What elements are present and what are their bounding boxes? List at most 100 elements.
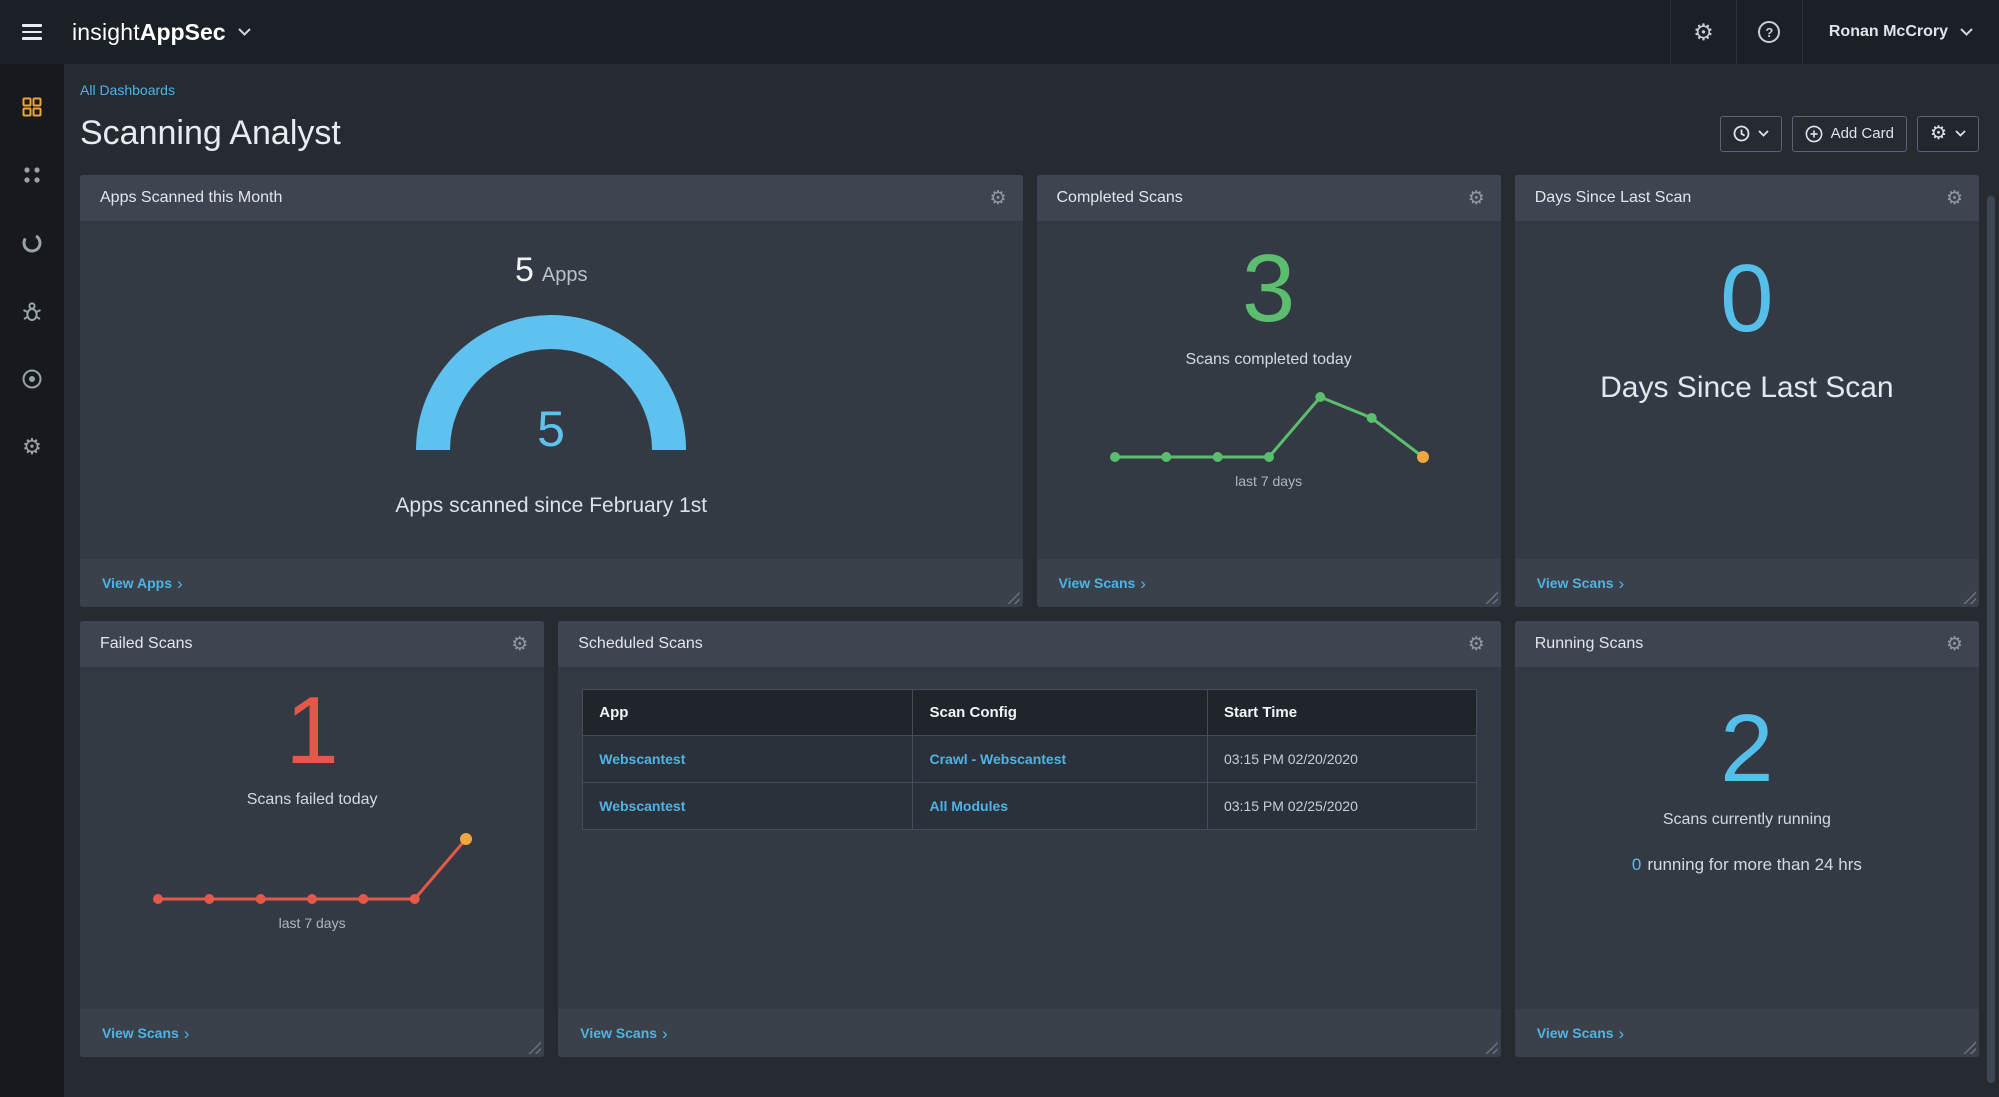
view-apps-link[interactable]: View Apps › xyxy=(102,575,183,592)
dashboard-grid: Apps Scanned this Month ⚙ 5 Apps 5 Apps … xyxy=(80,175,1979,1057)
card-footer: View Scans › xyxy=(558,1009,1501,1057)
clock-icon xyxy=(1733,125,1749,142)
link-label: View Scans xyxy=(580,1025,658,1041)
apps-icon xyxy=(24,167,40,183)
card-footer: View Scans › xyxy=(1514,1009,1979,1057)
card-title: Apps Scanned this Month xyxy=(100,189,283,206)
product-brand[interactable]: insightAppSec xyxy=(64,0,251,64)
card-header: Days Since Last Scan ⚙ xyxy=(1514,175,1979,221)
card-body: 0 Days Since Last Scan xyxy=(1515,221,1979,559)
scheduled-scans-table: App Scan Config Start Time Webscantest Crawl… xyxy=(582,689,1477,830)
chevron-right-icon: › xyxy=(662,1023,668,1043)
card-body: 1 Scans failed today last 7 days xyxy=(80,667,544,1009)
card-failed-scans: Failed Scans ⚙ 1 Scans failed today last… xyxy=(80,621,545,1057)
add-card-button[interactable]: Add Card xyxy=(1791,115,1907,152)
sidebar-item-reports[interactable] xyxy=(13,224,51,262)
scrollbar-thumb[interactable] xyxy=(1987,196,1995,1083)
table-cell-link[interactable]: All Modules xyxy=(913,783,1208,829)
gear-icon: ⚙ xyxy=(1693,18,1714,45)
sidebar-item-apps[interactable] xyxy=(13,156,51,194)
dashboard-settings-button[interactable]: ⚙ xyxy=(1916,115,1979,152)
completed-scans-count: 3 xyxy=(1241,235,1296,342)
view-scans-link[interactable]: View Scans › xyxy=(1537,1025,1624,1042)
card-settings-icon[interactable]: ⚙ xyxy=(1946,189,1963,208)
sparkline-caption: last 7 days xyxy=(278,915,346,931)
bug-icon xyxy=(23,302,41,321)
card-running-scans: Running Scans ⚙ 2 Scans currently runnin… xyxy=(1514,621,1979,1057)
card-settings-icon[interactable]: ⚙ xyxy=(1468,189,1485,208)
table-cell-link[interactable]: Webscantest xyxy=(583,783,914,829)
card-body: 3 Scans completed today last 7 days xyxy=(1037,221,1501,559)
card-title: Failed Scans xyxy=(100,635,193,652)
card-settings-icon[interactable]: ⚙ xyxy=(989,189,1006,208)
card-apps-scanned-this-month: Apps Scanned this Month ⚙ 5 Apps 5 Apps … xyxy=(80,175,1023,607)
page-actions: Add Card ⚙ xyxy=(1719,115,1979,152)
breadcrumb-all-dashboards[interactable]: All Dashboards xyxy=(80,82,175,98)
card-footer: View Scans › xyxy=(80,1009,545,1057)
grid-icon xyxy=(22,97,42,117)
view-scans-link[interactable]: View Scans › xyxy=(1059,575,1146,592)
sparkline-chart xyxy=(142,823,482,915)
card-settings-icon[interactable]: ⚙ xyxy=(1946,635,1963,654)
stat-line: 5 Apps xyxy=(515,251,588,290)
sidebar-item-vulnerabilities[interactable] xyxy=(13,292,51,330)
sparkline-caption: last 7 days xyxy=(1235,473,1303,489)
plus-circle-icon xyxy=(1805,125,1822,142)
help-button[interactable]: ? xyxy=(1735,0,1802,64)
card-title: Scheduled Scans xyxy=(578,635,703,652)
card-settings-icon[interactable]: ⚙ xyxy=(1468,635,1485,654)
card-completed-scans: Completed Scans ⚙ 3 Scans completed toda… xyxy=(1036,175,1501,607)
view-scans-link[interactable]: View Scans › xyxy=(1537,575,1624,592)
note-text: running for more than 24 hrs xyxy=(1647,855,1862,874)
running-scans-subtitle: Scans currently running xyxy=(1662,811,1831,828)
link-label: View Apps xyxy=(102,575,173,591)
card-body: App Scan Config Start Time Webscantest Crawl… xyxy=(558,667,1501,1009)
sidebar-item-scans[interactable] xyxy=(13,360,51,398)
link-label: View Scans xyxy=(1536,1025,1614,1041)
chevron-down-icon xyxy=(1960,28,1973,36)
topbar-right-group: ⚙ ? Ronan McCrory xyxy=(1669,0,1999,64)
brand-text: insightAppSec xyxy=(72,19,226,46)
card-header: Failed Scans ⚙ xyxy=(80,621,545,667)
sidebar-item-dashboards[interactable] xyxy=(13,88,51,126)
gear-icon: ⚙ xyxy=(22,434,42,459)
days-since-count: 0 xyxy=(1720,245,1774,352)
add-card-label: Add Card xyxy=(1830,125,1894,142)
card-settings-icon[interactable]: ⚙ xyxy=(511,635,528,654)
help-icon: ? xyxy=(1758,21,1781,43)
refresh-interval-button[interactable] xyxy=(1719,115,1782,152)
title-row: Scanning Analyst Add Card ⚙ xyxy=(80,114,1979,153)
main-content: All Dashboards Scanning Analyst Add Card… xyxy=(64,64,1999,1097)
table-header-cell: Scan Config xyxy=(913,690,1208,735)
table-header-row: App Scan Config Start Time xyxy=(583,690,1476,735)
chevron-right-icon: › xyxy=(1618,573,1625,593)
card-header: Scheduled Scans ⚙ xyxy=(558,621,1501,667)
table-row: Webscantest Crawl - Webscantest 03:15 PM 0… xyxy=(583,735,1476,782)
chevron-right-icon: › xyxy=(183,1023,190,1043)
view-scans-link[interactable]: View Scans › xyxy=(102,1025,189,1042)
chevron-right-icon: › xyxy=(1618,1023,1625,1043)
chevron-right-icon: › xyxy=(1140,573,1146,593)
table-cell-link[interactable]: Webscantest xyxy=(583,736,914,782)
card-header: Completed Scans ⚙ xyxy=(1036,175,1501,221)
card-title: Running Scans xyxy=(1534,635,1644,652)
card-footer: View Scans › xyxy=(1036,559,1501,607)
card-header: Running Scans ⚙ xyxy=(1514,621,1979,667)
card-header: Apps Scanned this Month ⚙ xyxy=(80,175,1023,221)
user-menu[interactable]: Ronan McCrory xyxy=(1801,0,1999,64)
global-settings-button[interactable]: ⚙ xyxy=(1669,0,1736,64)
table-row: Webscantest All Modules 03:15 PM 02/25/202… xyxy=(583,782,1476,829)
sidebar-item-settings[interactable]: ⚙ xyxy=(13,428,51,466)
card-title: Completed Scans xyxy=(1056,189,1183,206)
pie-chart-icon xyxy=(22,233,42,253)
link-label: View Scans xyxy=(102,1025,179,1041)
table-cell-link[interactable]: Crawl - Webscantest xyxy=(913,736,1208,782)
table-cell: 03:15 PM 02/25/2020 xyxy=(1223,798,1358,814)
gear-icon: ⚙ xyxy=(1929,123,1947,144)
gauge-caption: Apps scanned since February 1st xyxy=(395,494,708,517)
card-body: 5 Apps 5 Apps scanned since February 1st xyxy=(80,221,1023,559)
table-header-cell: App xyxy=(583,690,914,735)
hamburger-menu-button[interactable] xyxy=(0,0,64,64)
view-scans-link[interactable]: View Scans › xyxy=(580,1025,667,1042)
svg-text:5: 5 xyxy=(537,401,565,457)
